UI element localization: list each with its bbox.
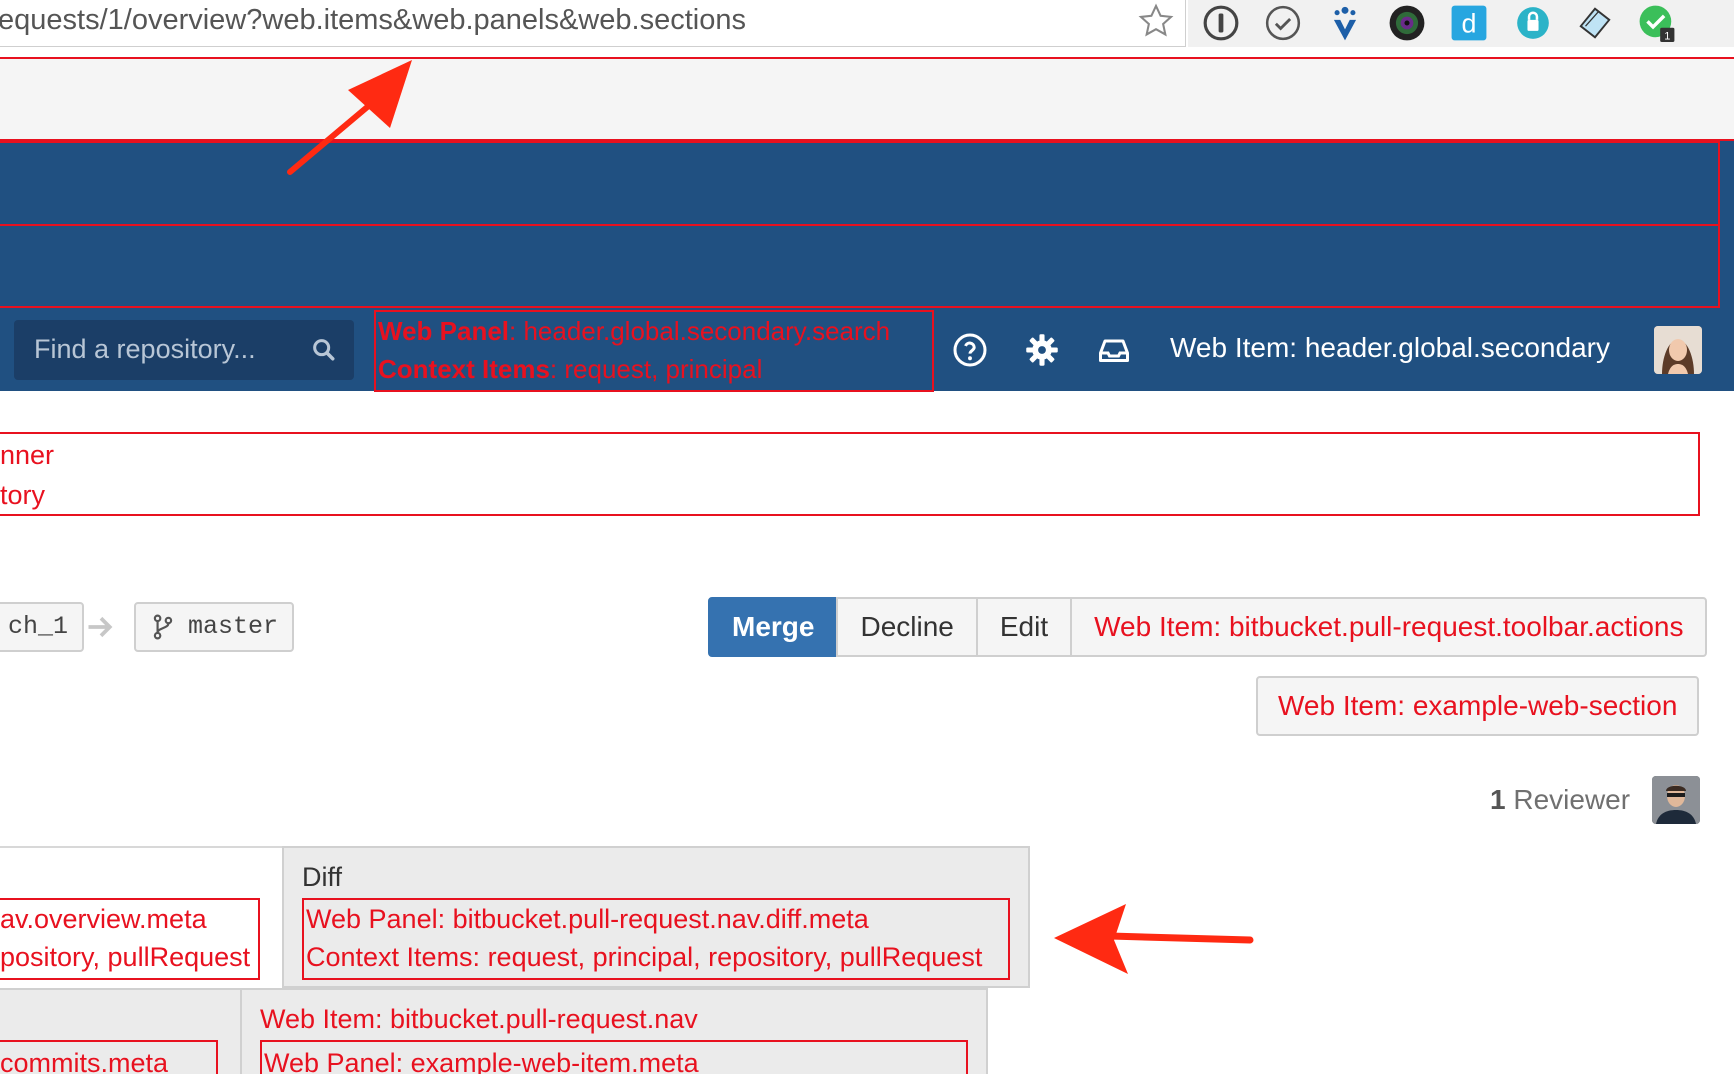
arrow-right-icon — [88, 616, 113, 638]
example-meta-annotation: Web Panel: example-web-item.meta — [260, 1040, 968, 1074]
merge-button[interactable]: Merge — [708, 597, 839, 657]
target-branch-name: master — [188, 612, 279, 641]
web-item-header-secondary[interactable]: Web Item: header.global.secondary — [1170, 332, 1610, 364]
diff-meta-line1: Web Panel: bitbucket.pull-request.nav.di… — [306, 904, 869, 934]
d-extension-icon[interactable]: d — [1450, 4, 1488, 42]
help-icon[interactable] — [952, 332, 988, 368]
commits-meta-line1: commits.meta — [0, 1048, 169, 1074]
overview-meta-line1: av.overview.meta — [0, 904, 207, 934]
reviewer-label: Reviewer — [1505, 784, 1631, 815]
screenshot-canvas: equests/1/overview?web.items&web.panels&… — [0, 0, 1734, 1074]
jira-extension-icon[interactable] — [1326, 4, 1364, 42]
search-panel-key2: Context Items — [378, 354, 550, 384]
example-nav-web-item-label: Web Item: bitbucket.pull-request.nav — [260, 1004, 698, 1034]
search-panel-line2: Context Items: request, principal — [378, 354, 762, 385]
diff-meta-annotation: Web Panel: bitbucket.pull-request.nav.di… — [302, 898, 1010, 980]
repository-search-input[interactable]: Find a repository... — [14, 320, 354, 380]
commits-meta-annotation: commits.meta — [0, 1040, 218, 1074]
reviewer-count: 1 Reviewer — [1490, 784, 1630, 816]
browser-extensions-bar: d 1 — [1188, 0, 1734, 47]
banner-annotation-box — [0, 432, 1700, 516]
overview-meta-line2: pository, pullRequest — [0, 942, 251, 972]
source-branch-lozenge[interactable]: ch_1 — [0, 602, 85, 652]
inbox-icon[interactable] — [1096, 332, 1132, 368]
search-panel-value2: : request, principal — [549, 354, 763, 384]
annotation-box-blue-band-2 — [0, 224, 1720, 308]
svg-text:d: d — [1462, 9, 1477, 39]
svg-text:1: 1 — [1664, 31, 1670, 42]
annotation-box-grey-band — [0, 57, 1734, 141]
search-panel-line1: Web Panel: header.global.secondary.searc… — [378, 316, 890, 347]
reviewer-avatar[interactable] — [1652, 776, 1700, 824]
banner-line-2: tory — [0, 480, 46, 510]
annotation-box-blue-band-1 — [0, 141, 1720, 226]
branch-icon — [153, 614, 173, 640]
annotation-arrow-left-icon — [1054, 904, 1254, 974]
annotation-arrow-up-icon — [287, 60, 412, 175]
search-panel-value1: : header.global.secondary.search — [509, 316, 891, 346]
banner-line-1: nner — [0, 440, 55, 470]
decline-button[interactable]: Decline — [836, 597, 978, 657]
diff-meta-line2: Context Items: request, principal, repos… — [306, 942, 983, 972]
edit-button[interactable]: Edit — [975, 597, 1073, 657]
onepassword-extension-icon[interactable] — [1202, 4, 1240, 42]
lock-extension-icon[interactable] — [1514, 4, 1552, 42]
target-branch-lozenge[interactable]: master — [134, 602, 295, 652]
camera-lens-extension-icon[interactable] — [1388, 4, 1426, 42]
pull-request-toolbar: Merge Decline Edit Web Item: bitbucket.p… — [708, 597, 1708, 657]
reviewer-avatar-image — [1652, 776, 1700, 824]
browser-url-bar[interactable]: equests/1/overview?web.items&web.panels&… — [0, 0, 1186, 47]
url-text[interactable]: equests/1/overview?web.items&web.panels&… — [0, 4, 746, 37]
reviewer-number: 1 — [1490, 784, 1506, 815]
user-avatar-image — [1654, 326, 1702, 374]
overview-meta-annotation: av.overview.meta pository, pullRequest — [0, 898, 260, 980]
search-panel-key1: Web Panel — [378, 316, 510, 346]
search-placeholder: Find a repository... — [34, 334, 256, 364]
gear-icon[interactable] — [1024, 332, 1060, 368]
user-avatar[interactable] — [1654, 326, 1702, 374]
example-web-section-button[interactable]: Web Item: example-web-section — [1256, 676, 1700, 736]
bookmark-star-icon[interactable] — [1137, 2, 1175, 40]
toolbar-actions-web-item[interactable]: Web Item: bitbucket.pull-request.toolbar… — [1070, 597, 1708, 657]
tag-extension-icon[interactable] — [1576, 4, 1614, 42]
tab-diff-label: Diff — [302, 862, 343, 892]
checkmark-extension-icon[interactable] — [1264, 4, 1302, 42]
source-branch-name: ch_1 — [8, 612, 69, 641]
search-web-panel-annotation: Web Panel: header.global.secondary.searc… — [374, 310, 934, 392]
example-meta-line1: Web Panel: example-web-item.meta — [264, 1048, 699, 1074]
green-check-extension-icon[interactable]: 1 — [1638, 4, 1676, 42]
search-icon[interactable] — [310, 336, 338, 364]
